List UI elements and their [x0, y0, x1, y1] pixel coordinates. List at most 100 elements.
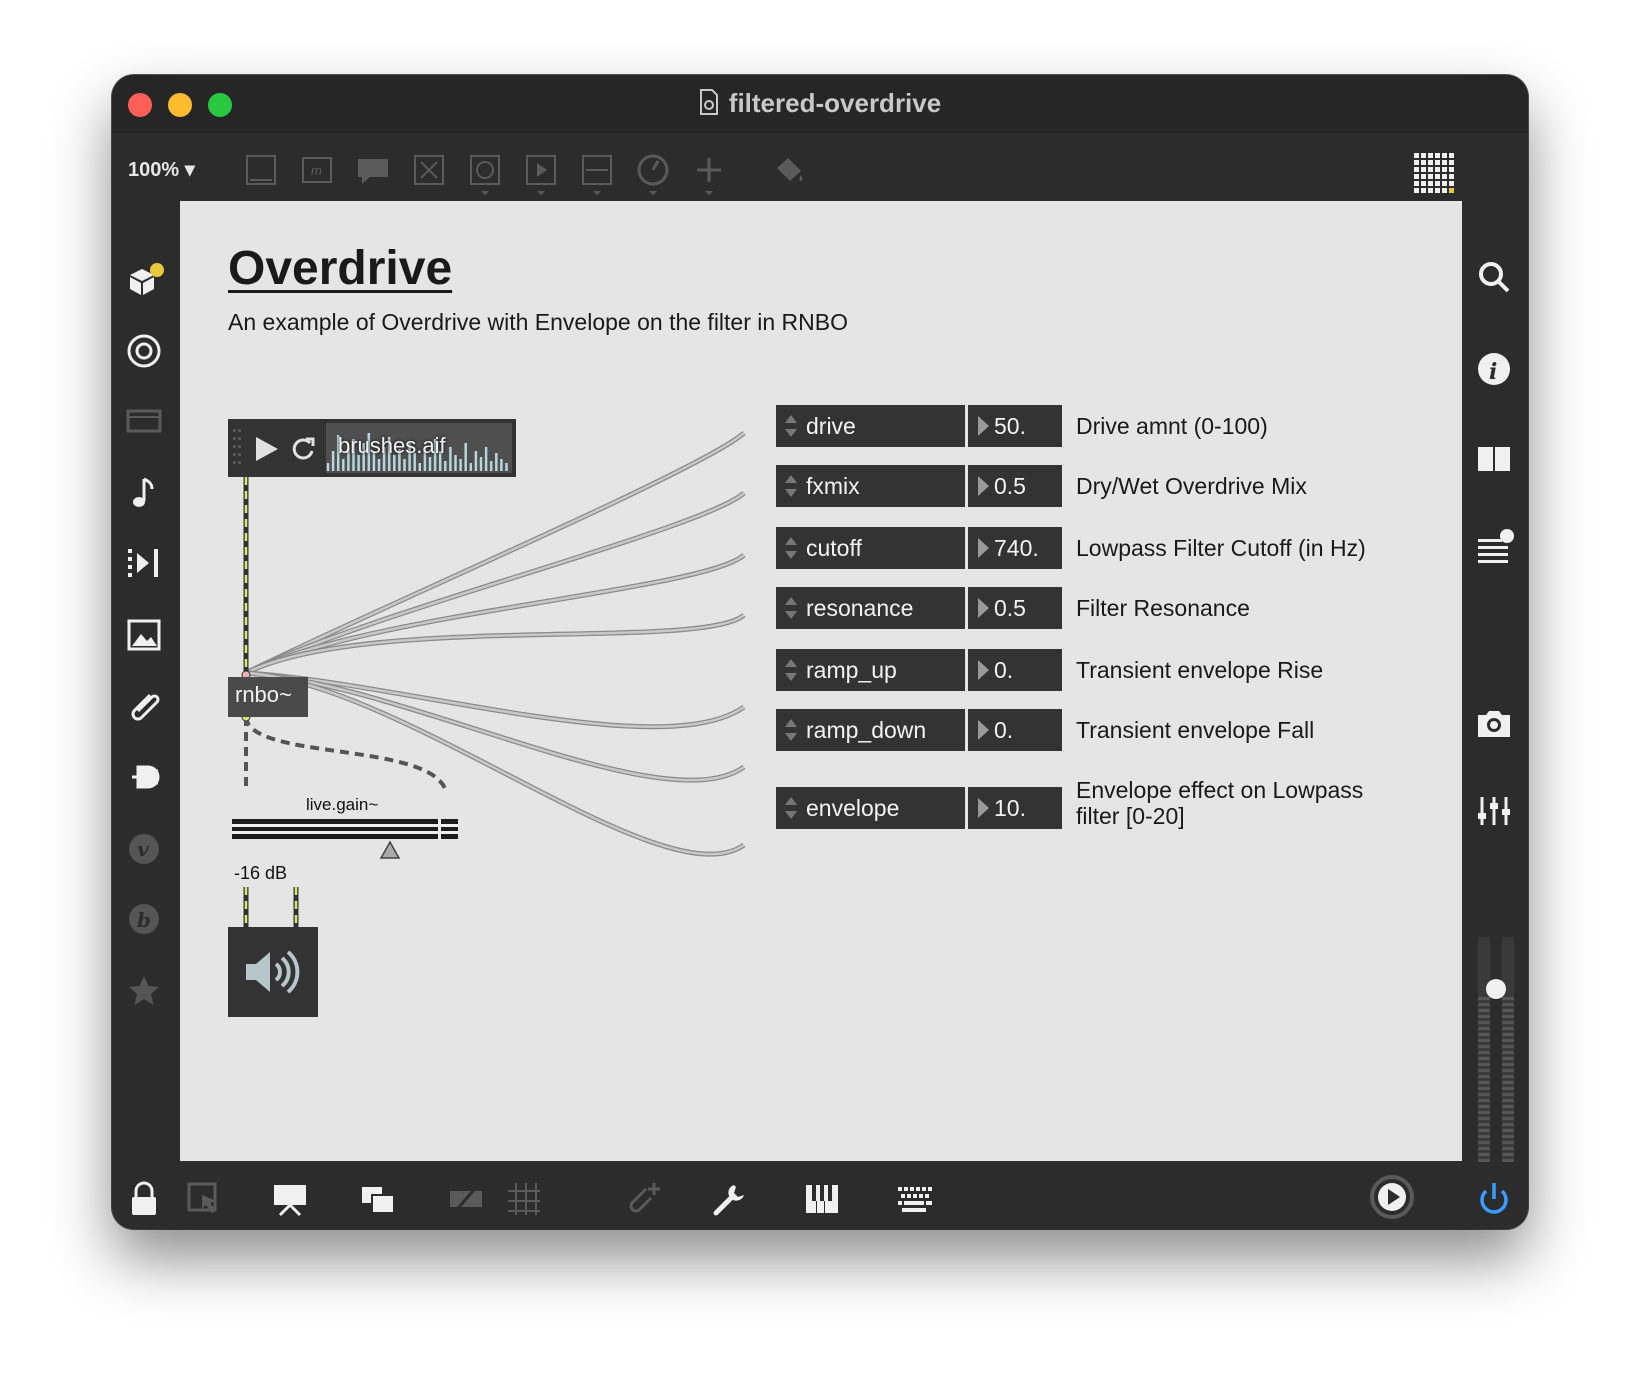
param-resonance[interactable]: resonance 0.5	[776, 587, 1062, 629]
v-icon[interactable]: v	[124, 829, 164, 869]
param-number-box[interactable]: 0.5	[968, 587, 1062, 629]
meter-segment	[1478, 997, 1490, 1000]
clip-add-icon[interactable]	[624, 1179, 664, 1219]
music-note-icon[interactable]	[124, 473, 164, 513]
up-down-arrows-icon[interactable]	[784, 717, 798, 743]
keyboard-icon[interactable]	[894, 1179, 934, 1219]
packages-icon[interactable]	[124, 261, 164, 301]
svg-text:m: m	[311, 163, 322, 178]
rnbo-object[interactable]: rnbo~	[228, 677, 308, 717]
param-drive[interactable]: drive 50.	[776, 405, 1062, 447]
lock-icon[interactable]	[124, 1179, 164, 1219]
param-name[interactable]: ramp_down	[776, 709, 965, 751]
windows-icon[interactable]	[358, 1179, 398, 1219]
grid-cell	[1435, 188, 1440, 193]
sound-player[interactable]: brushes.aif	[228, 419, 516, 477]
plus-icon[interactable]	[692, 153, 726, 195]
slider-icon[interactable]	[580, 153, 614, 195]
search-icon[interactable]	[1474, 257, 1514, 297]
grid-cell	[1442, 181, 1447, 186]
up-down-arrows-icon[interactable]	[784, 413, 798, 439]
power-icon[interactable]	[1474, 1179, 1514, 1219]
param-name[interactable]: cutoff	[776, 527, 965, 569]
param-fxmix[interactable]: fxmix 0.5	[776, 465, 1062, 507]
target-icon[interactable]	[124, 331, 164, 371]
triangle-icon	[978, 720, 989, 740]
video-icon[interactable]	[124, 401, 164, 441]
paint-bucket-icon[interactable]	[772, 153, 806, 187]
param-description: Lowpass Filter Cutoff (in Hz)	[1076, 535, 1366, 561]
drag-handle-icon[interactable]	[232, 427, 242, 469]
star-icon[interactable]	[124, 971, 164, 1011]
meter-segment	[1478, 1063, 1490, 1066]
dial-icon[interactable]	[636, 153, 670, 195]
param-name[interactable]: envelope	[776, 787, 965, 829]
mixer-icon[interactable]	[1474, 791, 1514, 831]
meter-segment	[1478, 1087, 1490, 1090]
hide-icon[interactable]	[446, 1179, 486, 1219]
button-icon[interactable]	[468, 153, 502, 195]
triangle-icon	[978, 416, 989, 436]
param-number-box[interactable]: 0.5	[968, 465, 1062, 507]
param-name[interactable]: fxmix	[776, 465, 965, 507]
meter-segment	[1502, 1159, 1514, 1162]
zoom-menu[interactable]: 100% ▾	[128, 157, 195, 182]
param-ramp-down[interactable]: ramp_down 0.	[776, 709, 1062, 751]
b-icon[interactable]: b	[124, 899, 164, 939]
param-number-box[interactable]: 10.	[968, 787, 1062, 829]
up-down-arrows-icon[interactable]	[784, 795, 798, 821]
param-name[interactable]: drive	[776, 405, 965, 447]
up-down-arrows-icon[interactable]	[784, 473, 798, 499]
document-icon	[699, 88, 719, 122]
split-view-icon[interactable]	[1474, 439, 1514, 479]
message-icon[interactable]: m	[300, 153, 334, 187]
select-icon[interactable]	[184, 1179, 224, 1219]
camera-icon[interactable]	[1474, 703, 1514, 743]
param-name[interactable]: resonance	[776, 587, 965, 629]
paperclip-icon[interactable]	[124, 687, 164, 727]
step-icon[interactable]	[124, 543, 164, 583]
ezdac-speaker[interactable]	[228, 927, 318, 1017]
play-icon[interactable]	[524, 153, 558, 195]
triangle-icon	[978, 598, 989, 618]
param-number-box[interactable]: 740.	[968, 527, 1062, 569]
new-object-icon[interactable]	[244, 153, 278, 187]
list-icon[interactable]	[1474, 529, 1514, 569]
loop-icon[interactable]	[290, 435, 316, 463]
image-icon[interactable]	[124, 615, 164, 655]
plug-icon[interactable]	[124, 757, 164, 797]
grid-icon[interactable]	[504, 1179, 544, 1219]
param-envelope[interactable]: envelope 10.	[776, 787, 1062, 829]
grid-cell	[1442, 174, 1447, 179]
play-circle-icon[interactable]	[1368, 1173, 1416, 1221]
param-number-box[interactable]: 0.	[968, 649, 1062, 691]
output-level-meter[interactable]	[1476, 937, 1516, 1162]
wrench-icon[interactable]	[710, 1179, 750, 1219]
toggle-icon[interactable]	[412, 153, 446, 187]
grid-cell	[1428, 167, 1433, 172]
piano-icon[interactable]	[802, 1179, 842, 1219]
meter-segment	[1478, 1135, 1490, 1138]
live-gain-slider[interactable]	[232, 819, 458, 839]
param-description: Transient envelope Fall	[1076, 717, 1315, 743]
comment-icon[interactable]	[356, 153, 390, 187]
presentation-icon[interactable]	[270, 1179, 310, 1219]
param-name[interactable]: ramp_up	[776, 649, 965, 691]
meter-segment	[1478, 1105, 1490, 1108]
grid-cell	[1428, 153, 1433, 158]
param-number-box[interactable]: 50.	[968, 405, 1062, 447]
up-down-arrows-icon[interactable]	[784, 595, 798, 621]
info-icon[interactable]: i	[1474, 349, 1514, 389]
grid-cell	[1442, 167, 1447, 172]
param-cutoff[interactable]: cutoff 740.	[776, 527, 1062, 569]
grid-palette-icon[interactable]	[1412, 151, 1454, 193]
meter-segment	[1502, 1045, 1514, 1048]
gain-pointer-icon[interactable]	[379, 840, 401, 859]
patch-canvas[interactable]: Overdrive An example of Overdrive with E…	[180, 201, 1462, 1161]
up-down-arrows-icon[interactable]	[784, 535, 798, 561]
up-down-arrows-icon[interactable]	[784, 657, 798, 683]
param-ramp-up[interactable]: ramp_up 0.	[776, 649, 1062, 691]
meter-segment	[1478, 1003, 1490, 1006]
play-icon[interactable]	[254, 435, 280, 463]
param-number-box[interactable]: 0.	[968, 709, 1062, 751]
